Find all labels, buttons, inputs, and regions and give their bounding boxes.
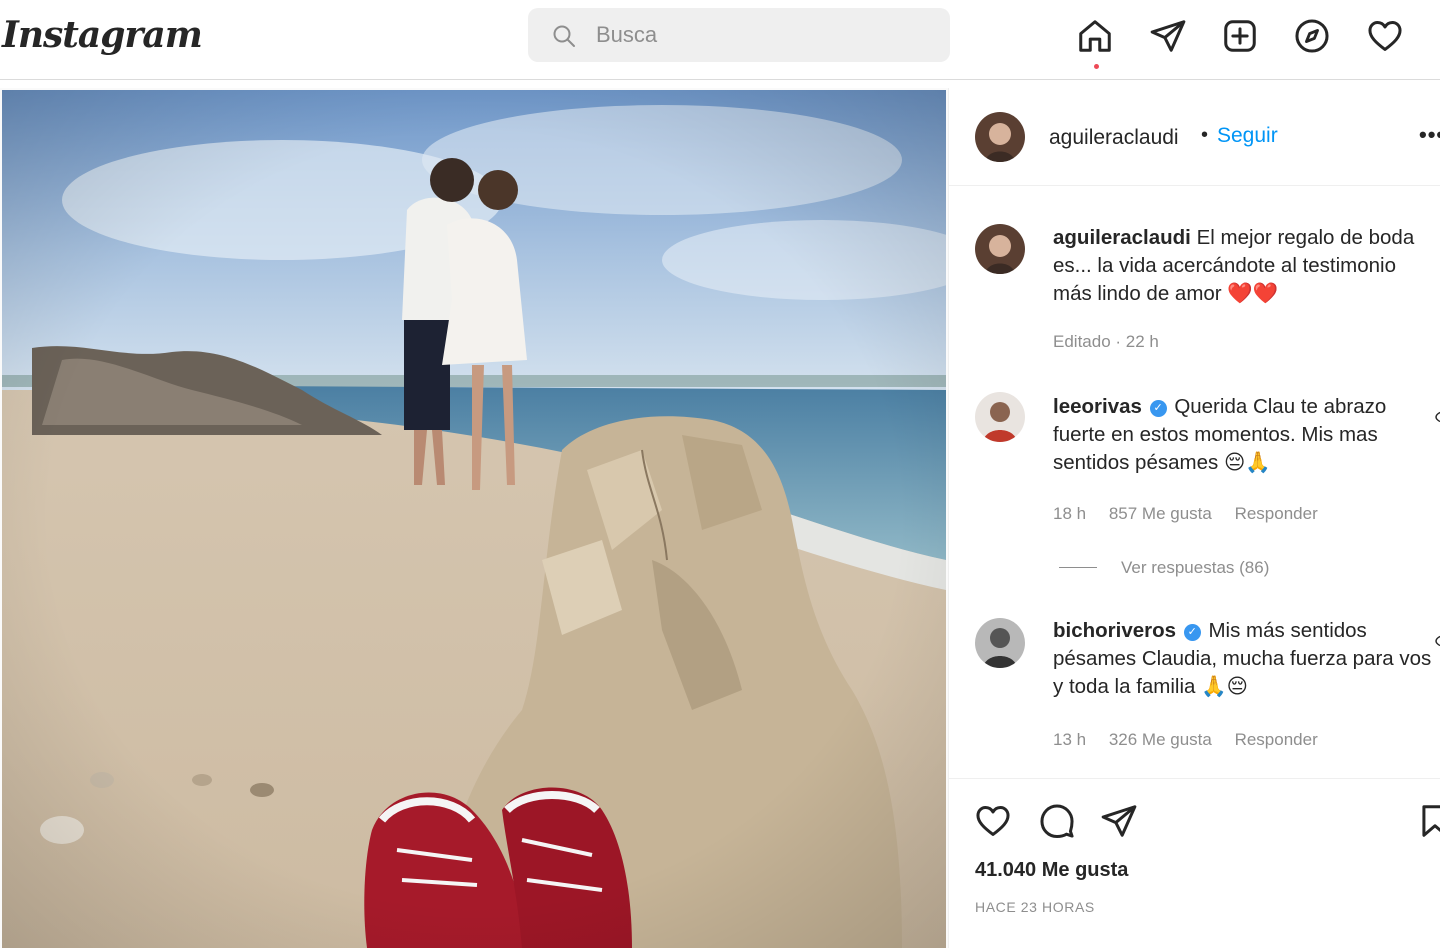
replies-divider-line [1059,567,1097,568]
post-photo[interactable] [2,90,946,948]
like-count[interactable]: 41.040 Me gusta [975,859,1128,882]
more-options-button[interactable]: ••• [1419,122,1440,148]
author-username[interactable]: aguileraclaudi [1049,126,1179,150]
comment-button[interactable] [1037,801,1077,841]
follow-button[interactable]: Seguir [1217,124,1278,148]
comment-avatar-leeorivas[interactable] [975,392,1025,442]
direct-send-icon [1150,20,1186,52]
activity-button[interactable] [1363,14,1407,58]
comment-bubble-icon [1040,804,1074,839]
direct-messages-button[interactable] [1146,14,1190,58]
author-avatar-image [975,112,1025,162]
share-button[interactable] [1099,801,1139,841]
verified-badge-icon: ✓ [1149,400,1167,417]
comment-bichoriveros: bichoriveros ✓ Mis más sentidos pésames … [1053,617,1437,701]
bookmark-icon [1422,805,1440,837]
comment-emojis: 🙏😔 [1201,675,1249,698]
reply-button[interactable]: Responder [1235,504,1318,523]
comment-like-heart-icon[interactable] [1433,410,1440,424]
comment-time: 13 h [1053,730,1087,749]
home-icon [1079,20,1111,52]
like-button[interactable] [973,801,1013,841]
comment-leeorivas: leeorivas ✓ Querida Clau te abrazo fuert… [1053,393,1437,477]
comment-emojis: 😔🙏 [1223,451,1271,474]
verified-badge-icon: ✓ [1183,624,1201,641]
comment-meta: 13 h 326 Me gusta Responder [1053,730,1336,750]
share-send-icon [1101,805,1137,837]
comment-username[interactable]: bichoriveros [1053,619,1176,642]
comment-likes[interactable]: 326 Me gusta [1109,730,1212,749]
post-details-panel: aguileraclaudi • Seguir ••• aguileraclau… [948,88,1440,948]
post-timestamp: HACE 23 HORAS [975,899,1095,915]
post-caption: aguileraclaudi El mejor regalo de boda e… [1053,224,1437,308]
post-actions-section: 41.040 Me gusta HACE 23 HORAS [949,778,1440,948]
separator-dot: • [1201,124,1209,146]
instagram-logo[interactable]: Instagram [2,14,203,56]
comment-time: 18 h [1053,504,1087,523]
explore-compass-icon [1295,19,1329,53]
comment-like-heart-icon[interactable] [1433,634,1440,648]
top-navigation-bar: Instagram [0,0,1440,80]
caption-meta: Editado · 22 h [1053,332,1159,351]
caption-avatar-image [975,224,1025,274]
reply-button[interactable]: Responder [1235,730,1318,749]
home-button[interactable] [1073,14,1117,58]
comment-avatar-image [975,392,1025,442]
beach-couple-photo [2,90,946,948]
heart-icon [976,806,1010,836]
author-avatar[interactable] [975,112,1025,162]
save-button[interactable] [1415,801,1440,841]
view-replies-label: Ver respuestas (86) [1121,558,1270,577]
activity-heart-icon [1368,21,1402,51]
search-box[interactable] [528,8,950,62]
caption-avatar[interactable] [975,224,1025,274]
search-input[interactable] [596,19,936,51]
post-header: aguileraclaudi • Seguir ••• [949,88,1440,186]
explore-button[interactable] [1290,14,1334,58]
home-active-dot [1094,64,1099,69]
caption-username[interactable]: aguileraclaudi [1053,226,1191,249]
comment-avatar-bichoriveros[interactable] [975,618,1025,668]
search-icon [553,25,575,47]
comment-meta: 18 h 857 Me gusta Responder [1053,504,1336,524]
comment-username[interactable]: leeorivas [1053,395,1142,418]
post-media-area [0,88,948,948]
comment-likes[interactable]: 857 Me gusta [1109,504,1212,523]
caption-emojis: ❤️❤️ [1227,282,1279,305]
new-post-icon [1224,20,1256,52]
comment-avatar-image [975,618,1025,668]
view-replies-button[interactable]: Ver respuestas (86) [1059,558,1269,578]
new-post-button[interactable] [1218,14,1262,58]
